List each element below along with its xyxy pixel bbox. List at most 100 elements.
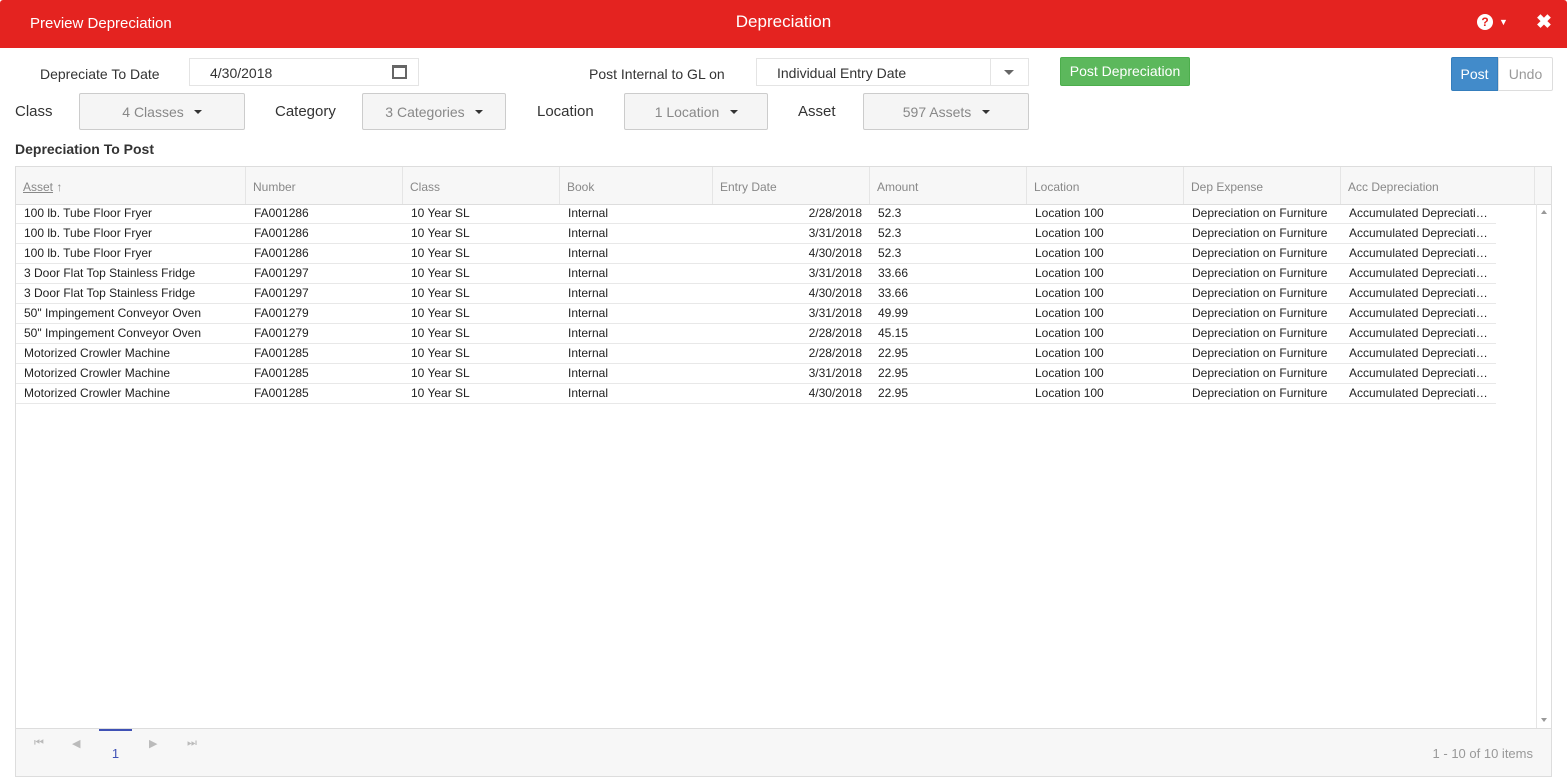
help-icon[interactable]: ?: [1477, 14, 1493, 30]
column-header-amount[interactable]: Amount: [870, 167, 1027, 204]
column-header-label[interactable]: Acc Depreciation: [1348, 180, 1439, 194]
column-header-acc-depreciation[interactable]: Acc Depreciation: [1341, 167, 1535, 204]
class-multiselect[interactable]: 4 Classes: [79, 93, 245, 130]
scroll-up-icon[interactable]: [1541, 210, 1547, 214]
column-header-label[interactable]: Book: [567, 180, 594, 194]
cell-class: 10 Year SL: [411, 386, 470, 400]
cell-acc-depreciation: Accumulated Depreciation: [1349, 246, 1489, 260]
table-row[interactable]: Motorized Crowler Machine FA001285 10 Year…: [16, 364, 1496, 384]
cell-book: Internal: [568, 306, 609, 320]
page-number-button[interactable]: 1: [99, 729, 132, 767]
cell-location: Location 100: [1035, 326, 1104, 340]
category-multiselect[interactable]: 3 Categories: [362, 93, 506, 130]
column-header-label[interactable]: Class: [410, 180, 440, 194]
cell-entry-date: 3/31/2018: [808, 266, 862, 280]
post-toggle-button[interactable]: Post: [1451, 57, 1498, 91]
cell-asset: 3 Door Flat Top Stainless Fridge: [24, 286, 196, 300]
table-row[interactable]: Motorized Crowler Machine FA001285 10 Year…: [16, 344, 1496, 364]
column-header-number[interactable]: Number: [246, 167, 403, 204]
cell-amount: 52.3: [878, 246, 902, 260]
cell-dep-expense: Depreciation on Furniture: [1192, 226, 1328, 240]
column-header-label[interactable]: Number: [253, 180, 296, 194]
column-header-entry-date[interactable]: Entry Date: [713, 167, 870, 204]
table-row[interactable]: 3 Door Flat Top Stainless Fridge FA001297…: [16, 264, 1496, 284]
cell-acc-depreciation: Accumulated Depreciation: [1349, 266, 1489, 280]
cell-acc-depreciation: Accumulated Depreciation: [1349, 366, 1489, 380]
scroll-down-icon[interactable]: [1541, 718, 1547, 722]
depreciate-to-date-value[interactable]: 4/30/2018: [210, 65, 272, 81]
vertical-scrollbar[interactable]: [1536, 204, 1551, 728]
post-internal-gl-select[interactable]: Individual Entry Date: [756, 58, 1029, 86]
table-row[interactable]: 50" Impingement Conveyor Oven FA001279 10 …: [16, 324, 1496, 344]
table-row[interactable]: 100 lb. Tube Floor Fryer FA001286 10 Year …: [16, 244, 1496, 264]
asset-multiselect[interactable]: 597 Assets: [863, 93, 1029, 130]
caret-down-icon[interactable]: [730, 110, 738, 114]
cell-acc-depreciation: Accumulated Depreciation: [1349, 286, 1489, 300]
cell-dep-expense: Depreciation on Furniture: [1192, 346, 1328, 360]
cell-entry-date: 3/31/2018: [808, 366, 862, 380]
cell-book: Internal: [568, 206, 609, 220]
cell-amount: 22.95: [878, 366, 909, 380]
table-row[interactable]: 50" Impingement Conveyor Oven FA001279 10 …: [16, 304, 1496, 324]
column-header-label[interactable]: Entry Date: [720, 180, 777, 194]
cell-book: Internal: [568, 266, 609, 280]
cell-dep-expense: Depreciation on Furniture: [1192, 306, 1328, 320]
location-label: Location: [537, 103, 594, 120]
cell-book: Internal: [568, 366, 609, 380]
depreciate-to-date-label: Depreciate To Date: [40, 66, 160, 82]
cell-acc-depreciation: Accumulated Depreciation: [1349, 346, 1489, 360]
table-row[interactable]: Motorized Crowler Machine FA001285 10 Year…: [16, 384, 1496, 404]
cell-book: Internal: [568, 386, 609, 400]
column-header-dep-expense[interactable]: Dep Expense: [1184, 167, 1341, 204]
cell-asset: 100 lb. Tube Floor Fryer: [24, 246, 153, 260]
cell-amount: 22.95: [878, 346, 909, 360]
table-row[interactable]: 100 lb. Tube Floor Fryer FA001286 10 Year …: [16, 204, 1496, 224]
prev-page-icon[interactable]: ◀: [72, 737, 80, 750]
cell-amount: 49.99: [878, 306, 909, 320]
class-multiselect-value[interactable]: 4 Classes: [80, 104, 226, 120]
table-row[interactable]: 100 lb. Tube Floor Fryer FA001286 10 Year …: [16, 224, 1496, 244]
caret-down-icon[interactable]: [475, 110, 483, 114]
column-header-book[interactable]: Book: [560, 167, 713, 204]
column-header-label[interactable]: Location: [1034, 180, 1079, 194]
asset-label: Asset: [798, 103, 836, 120]
category-multiselect-value[interactable]: 3 Categories: [363, 104, 487, 120]
cell-location: Location 100: [1035, 246, 1104, 260]
depreciate-to-date-input[interactable]: 4/30/2018: [189, 58, 419, 86]
column-header-class[interactable]: Class: [403, 167, 560, 204]
caret-down-icon[interactable]: [194, 110, 202, 114]
cell-dep-expense: Depreciation on Furniture: [1192, 246, 1328, 260]
table-row[interactable]: 3 Door Flat Top Stainless Fridge FA001297…: [16, 284, 1496, 304]
last-page-icon[interactable]: ⏭: [187, 737, 197, 750]
cell-entry-date: 4/30/2018: [808, 386, 862, 400]
caret-down-icon[interactable]: [982, 110, 990, 114]
cell-number: FA001297: [254, 286, 309, 300]
cell-book: Internal: [568, 346, 609, 360]
first-page-icon[interactable]: ⏮: [34, 737, 44, 750]
cell-dep-expense: Depreciation on Furniture: [1192, 206, 1328, 220]
column-header-asset[interactable]: Asset ↑: [16, 167, 246, 204]
cell-amount: 22.95: [878, 386, 909, 400]
column-header-label[interactable]: Asset: [23, 180, 53, 194]
cell-class: 10 Year SL: [411, 246, 470, 260]
column-header-label[interactable]: Dep Expense: [1191, 180, 1263, 194]
calendar-icon[interactable]: [392, 65, 407, 79]
cell-dep-expense: Depreciation on Furniture: [1192, 286, 1328, 300]
next-page-icon[interactable]: ▶: [149, 737, 157, 750]
cell-dep-expense: Depreciation on Furniture: [1192, 326, 1328, 340]
cell-entry-date: 2/28/2018: [808, 326, 862, 340]
cell-entry-date: 4/30/2018: [808, 246, 862, 260]
depreciation-grid: Asset ↑ Number Class Book Entry Date Amo…: [15, 166, 1552, 777]
chevron-down-icon[interactable]: [1004, 70, 1014, 75]
location-multiselect[interactable]: 1 Location: [624, 93, 768, 130]
post-internal-gl-value[interactable]: Individual Entry Date: [777, 65, 906, 81]
cell-class: 10 Year SL: [411, 286, 470, 300]
column-header-location[interactable]: Location: [1027, 167, 1184, 204]
close-icon[interactable]: ✖: [1536, 11, 1552, 34]
help-dropdown-caret-icon[interactable]: ▼: [1499, 17, 1508, 27]
column-header-label[interactable]: Amount: [877, 180, 918, 194]
cell-amount: 33.66: [878, 266, 909, 280]
post-depreciation-button[interactable]: Post Depreciation: [1060, 57, 1190, 86]
cell-number: FA001279: [254, 306, 309, 320]
undo-toggle-button[interactable]: Undo: [1498, 57, 1553, 91]
